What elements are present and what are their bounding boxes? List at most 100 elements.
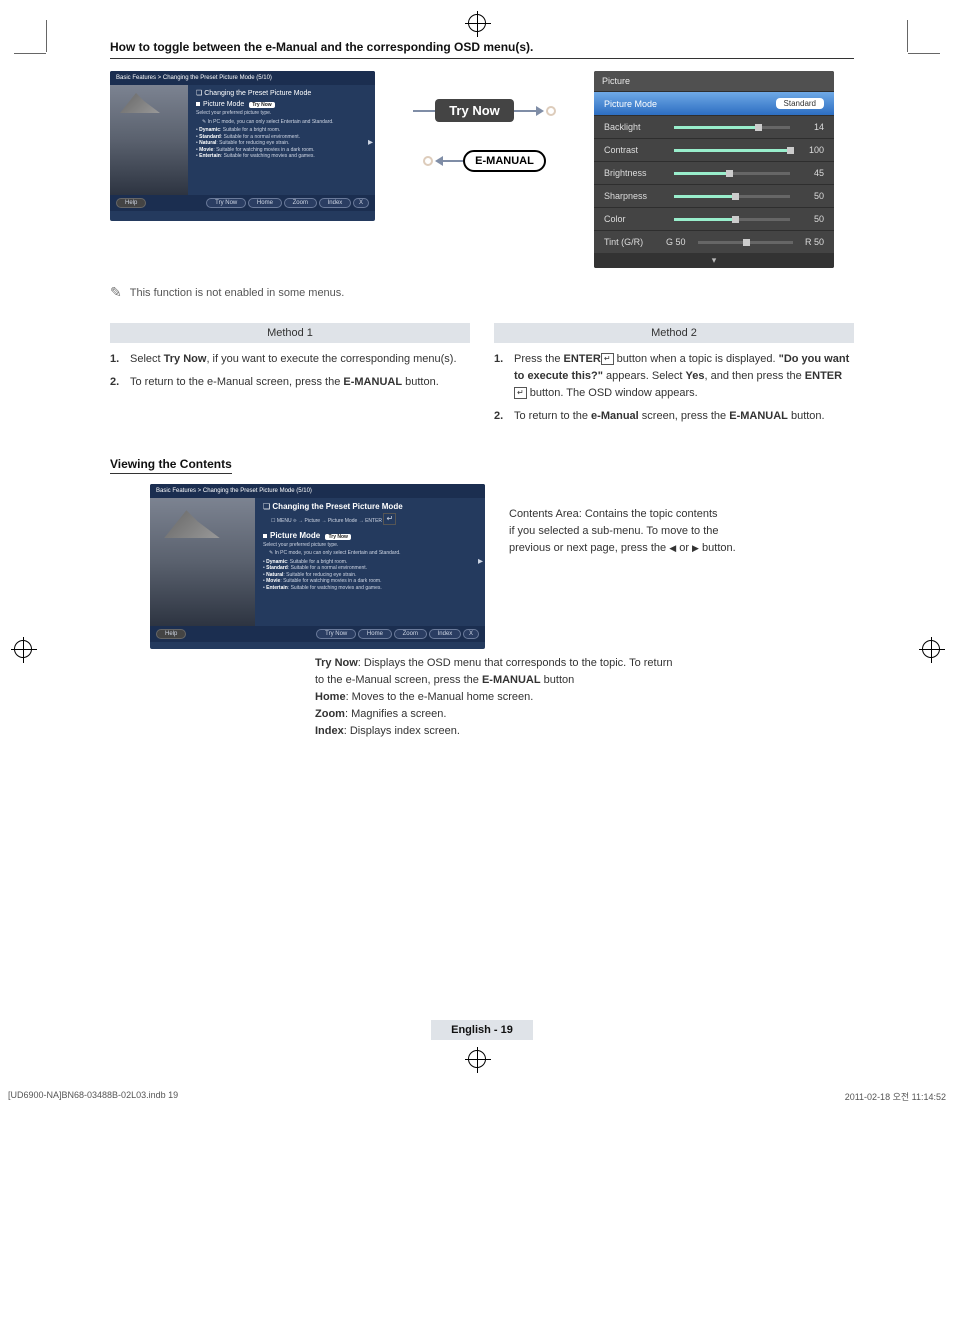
slider[interactable] bbox=[674, 195, 790, 198]
osd-row-brightness[interactable]: Brightness 45 bbox=[594, 161, 834, 184]
page-footer: English - 19 bbox=[110, 1020, 854, 1040]
bullet: • Entertain: Suitable for watching movie… bbox=[196, 153, 367, 160]
panel-breadcrumb: Basic Features > Changing the Preset Pic… bbox=[150, 484, 485, 498]
slider[interactable] bbox=[674, 126, 790, 129]
panel-thumbnail bbox=[110, 85, 188, 195]
osd-label: Color bbox=[604, 214, 666, 224]
panel-breadcrumb: Basic Features > Changing the Preset Pic… bbox=[110, 71, 375, 85]
osd-row-tint[interactable]: Tint (G/R) G 50 R 50 bbox=[594, 230, 834, 253]
help-button[interactable]: Help bbox=[156, 629, 186, 639]
osd-row-sharpness[interactable]: Sharpness 50 bbox=[594, 184, 834, 207]
pc-note: ✎ In PC mode, you can only select Entert… bbox=[202, 119, 367, 126]
enter-icon: ↵ bbox=[514, 387, 527, 399]
pc-note: ✎ In PC mode, you can only select Entert… bbox=[269, 550, 477, 557]
osd-value: Standard bbox=[776, 98, 824, 109]
figure-row-top: Basic Features > Changing the Preset Pic… bbox=[110, 71, 854, 268]
method-2: Method 2 1. Press the ENTER↵ button when… bbox=[494, 323, 854, 431]
crop-mark bbox=[46, 20, 47, 52]
panel-thumbnail bbox=[150, 498, 255, 626]
osd-row-backlight[interactable]: Backlight 14 bbox=[594, 115, 834, 138]
chevron-right-icon[interactable]: ▸ bbox=[368, 137, 373, 148]
index-button[interactable]: Index bbox=[319, 198, 352, 208]
step: 2. To return to the e-Manual screen, pre… bbox=[110, 374, 470, 391]
method-header: Method 2 bbox=[494, 323, 854, 343]
chevron-down-icon[interactable]: ▾ bbox=[594, 253, 834, 268]
picture-mode-label: Picture Mode bbox=[203, 101, 244, 108]
slider[interactable] bbox=[698, 241, 793, 244]
enter-icon: ↵ bbox=[383, 513, 396, 525]
try-now-badge: Try Now bbox=[435, 99, 514, 122]
osd-menu: Picture Picture Mode Standard Backlight … bbox=[594, 71, 834, 268]
panel-footer: Help Try Now Home Zoom Index X bbox=[110, 195, 375, 211]
home-button[interactable]: Home bbox=[358, 629, 392, 639]
arrows-column: Try Now E-MANUAL bbox=[397, 71, 572, 172]
help-button[interactable]: Help bbox=[116, 198, 146, 208]
picture-mode-row: Picture Mode Try Now bbox=[196, 101, 367, 108]
registration-mark bbox=[468, 1050, 486, 1073]
panel-heading: ❏ Changing the Preset Picture Mode bbox=[263, 502, 477, 511]
osd-label: Backlight bbox=[604, 122, 666, 132]
methods-row: Method 1 1. Select Try Now, if you want … bbox=[110, 323, 854, 431]
osd-label: Brightness bbox=[604, 168, 666, 178]
osd-value: 50 bbox=[798, 214, 824, 224]
menu-path: ☐ MENU ⯐ → Picture → Picture Mode → ENTE… bbox=[271, 513, 477, 525]
method-header: Method 1 bbox=[110, 323, 470, 343]
osd-label: Contrast bbox=[604, 145, 666, 155]
tint-r: R 50 bbox=[805, 237, 824, 247]
step-number: 1. bbox=[110, 351, 124, 368]
try-now-tag[interactable]: Try Now bbox=[249, 102, 274, 108]
content-description: Contents Area: Contains the topic conten… bbox=[509, 484, 736, 557]
step-number: 1. bbox=[494, 351, 508, 402]
zoom-button[interactable]: Zoom bbox=[394, 629, 427, 639]
select-text: Select your preferred picture type. bbox=[196, 110, 367, 117]
osd-value: 45 bbox=[798, 168, 824, 178]
osd-row-picture-mode[interactable]: Picture Mode Standard bbox=[594, 91, 834, 115]
arrow-try-now: Try Now bbox=[413, 99, 556, 122]
close-button[interactable]: X bbox=[353, 198, 369, 208]
try-now-button[interactable]: Try Now bbox=[206, 198, 246, 208]
slider[interactable] bbox=[674, 172, 790, 175]
home-button[interactable]: Home bbox=[248, 198, 282, 208]
step: 1. Press the ENTER↵ button when a topic … bbox=[494, 351, 854, 402]
panel-heading-text: Changing the Preset Picture Mode bbox=[204, 90, 311, 97]
try-now-button[interactable]: Try Now bbox=[316, 629, 356, 639]
crop-mark bbox=[908, 53, 940, 54]
osd-row-contrast[interactable]: Contrast 100 bbox=[594, 138, 834, 161]
panel-heading-text: Changing the Preset Picture Mode bbox=[272, 502, 402, 511]
zoom-button[interactable]: Zoom bbox=[284, 198, 317, 208]
file-stamp: [UD6900-NA]BN68-03488B-02L03.indb 19 201… bbox=[0, 1090, 954, 1103]
content-row: Basic Features > Changing the Preset Pic… bbox=[110, 484, 854, 649]
note-icon: ✎ bbox=[110, 284, 122, 301]
step: 1. Select Try Now, if you want to execut… bbox=[110, 351, 470, 368]
osd-value: 100 bbox=[798, 145, 824, 155]
osd-label: Picture Mode bbox=[604, 99, 657, 109]
slider[interactable] bbox=[674, 218, 790, 221]
crop-mark bbox=[907, 20, 908, 52]
content-panel: Basic Features > Changing the Preset Pic… bbox=[150, 484, 485, 649]
emanual-badge: E-MANUAL bbox=[463, 150, 546, 172]
file-name: [UD6900-NA]BN68-03488B-02L03.indb 19 bbox=[8, 1090, 178, 1103]
index-button[interactable]: Index bbox=[429, 629, 462, 639]
slider[interactable] bbox=[674, 149, 790, 152]
osd-title: Picture bbox=[594, 71, 834, 91]
picture-mode-row: Picture Mode Try Now bbox=[263, 531, 477, 540]
caption-block: Try Now: Displays the OSD menu that corr… bbox=[315, 655, 854, 740]
panel-heading: ❏ Changing the Preset Picture Mode bbox=[196, 89, 367, 97]
registration-mark bbox=[468, 14, 486, 37]
emanual-panel: Basic Features > Changing the Preset Pic… bbox=[110, 71, 375, 221]
try-now-tag[interactable]: Try Now bbox=[325, 534, 350, 540]
page-number: English - 19 bbox=[431, 1020, 533, 1040]
osd-row-color[interactable]: Color 50 bbox=[594, 207, 834, 230]
picture-mode-label: Picture Mode bbox=[270, 531, 320, 540]
close-button[interactable]: X bbox=[463, 629, 479, 639]
bullet: • Entertain: Suitable for watching movie… bbox=[263, 585, 477, 592]
osd-value: 50 bbox=[798, 191, 824, 201]
registration-mark bbox=[922, 640, 940, 663]
osd-label: Tint (G/R) bbox=[604, 237, 666, 247]
chevron-right-icon[interactable]: ▸ bbox=[478, 556, 483, 567]
viewing-heading: Viewing the Contents bbox=[110, 457, 232, 474]
step-number: 2. bbox=[494, 408, 508, 425]
file-timestamp: 2011-02-18 오전 11:14:52 bbox=[845, 1090, 946, 1103]
arrow-emanual: E-MANUAL bbox=[423, 150, 546, 172]
step: 2. To return to the e-Manual screen, pre… bbox=[494, 408, 854, 425]
